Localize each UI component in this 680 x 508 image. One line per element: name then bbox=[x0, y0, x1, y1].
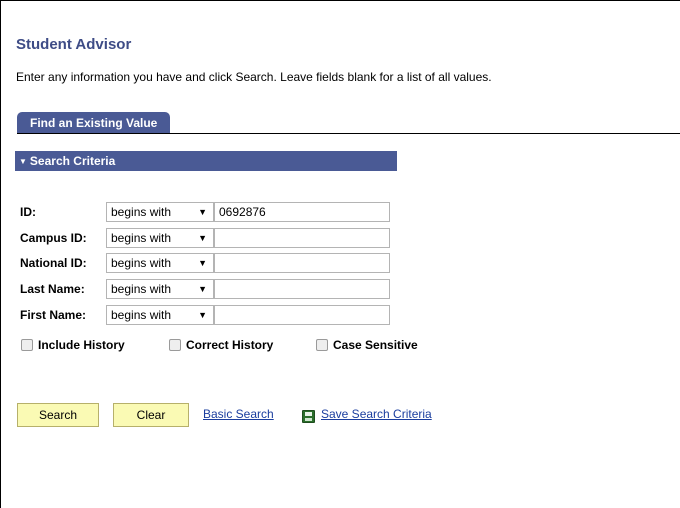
id-operator-select[interactable]: begins with ▼ bbox=[106, 202, 214, 222]
correct-history-checkbox[interactable] bbox=[169, 339, 181, 351]
last-name-input[interactable] bbox=[214, 279, 390, 299]
caret-down-icon: ▼ bbox=[198, 207, 207, 217]
triangle-down-icon[interactable]: ▼ bbox=[19, 152, 27, 172]
include-history-label: Include History bbox=[38, 338, 125, 352]
save-disk-icon[interactable] bbox=[302, 410, 315, 423]
id-operator-value: begins with bbox=[111, 205, 172, 219]
national-id-operator-select[interactable]: begins with ▼ bbox=[106, 253, 214, 273]
campus-id-input[interactable] bbox=[214, 228, 390, 248]
save-search-criteria-link[interactable]: Save Search Criteria bbox=[321, 407, 432, 421]
caret-down-icon: ▼ bbox=[198, 258, 207, 268]
field-label-first-name: First Name: bbox=[20, 308, 87, 322]
search-button[interactable]: Search bbox=[17, 403, 99, 427]
correct-history-option[interactable]: Correct History bbox=[169, 338, 273, 352]
field-label-campus-id: Campus ID: bbox=[20, 231, 87, 245]
case-sensitive-option[interactable]: Case Sensitive bbox=[316, 338, 418, 352]
case-sensitive-checkbox[interactable] bbox=[316, 339, 328, 351]
search-criteria-label: Search Criteria bbox=[29, 154, 116, 168]
campus-id-operator-value: begins with bbox=[111, 231, 172, 245]
national-id-input[interactable] bbox=[214, 253, 390, 273]
caret-down-icon: ▼ bbox=[198, 284, 207, 294]
last-name-operator-select[interactable]: begins with ▼ bbox=[106, 279, 214, 299]
clear-button[interactable]: Clear bbox=[113, 403, 189, 427]
page-title: Student Advisor bbox=[16, 36, 132, 53]
national-id-operator-value: begins with bbox=[111, 256, 172, 270]
first-name-operator-select[interactable]: begins with ▼ bbox=[106, 305, 214, 325]
field-label-national-id: National ID: bbox=[20, 256, 87, 270]
caret-down-icon: ▼ bbox=[198, 233, 207, 243]
include-history-option[interactable]: Include History bbox=[21, 338, 125, 352]
tab-find-existing-value[interactable]: Find an Existing Value bbox=[17, 112, 171, 134]
instructions-text: Enter any information you have and click… bbox=[16, 70, 492, 84]
field-label-id: ID: bbox=[20, 205, 36, 219]
search-criteria-header[interactable]: ▼ Search Criteria bbox=[15, 151, 397, 171]
first-name-operator-value: begins with bbox=[111, 308, 172, 322]
first-name-input[interactable] bbox=[214, 305, 390, 325]
field-label-last-name: Last Name: bbox=[20, 282, 85, 296]
campus-id-operator-select[interactable]: begins with ▼ bbox=[106, 228, 214, 248]
correct-history-label: Correct History bbox=[186, 338, 274, 352]
case-sensitive-label: Case Sensitive bbox=[333, 338, 418, 352]
caret-down-icon: ▼ bbox=[198, 310, 207, 320]
include-history-checkbox[interactable] bbox=[21, 339, 33, 351]
id-input[interactable]: 0692876 bbox=[214, 202, 390, 222]
basic-search-link[interactable]: Basic Search bbox=[203, 407, 274, 421]
tab-divider bbox=[17, 133, 680, 134]
last-name-operator-value: begins with bbox=[111, 282, 172, 296]
page: Student Advisor Enter any information yo… bbox=[0, 0, 680, 508]
